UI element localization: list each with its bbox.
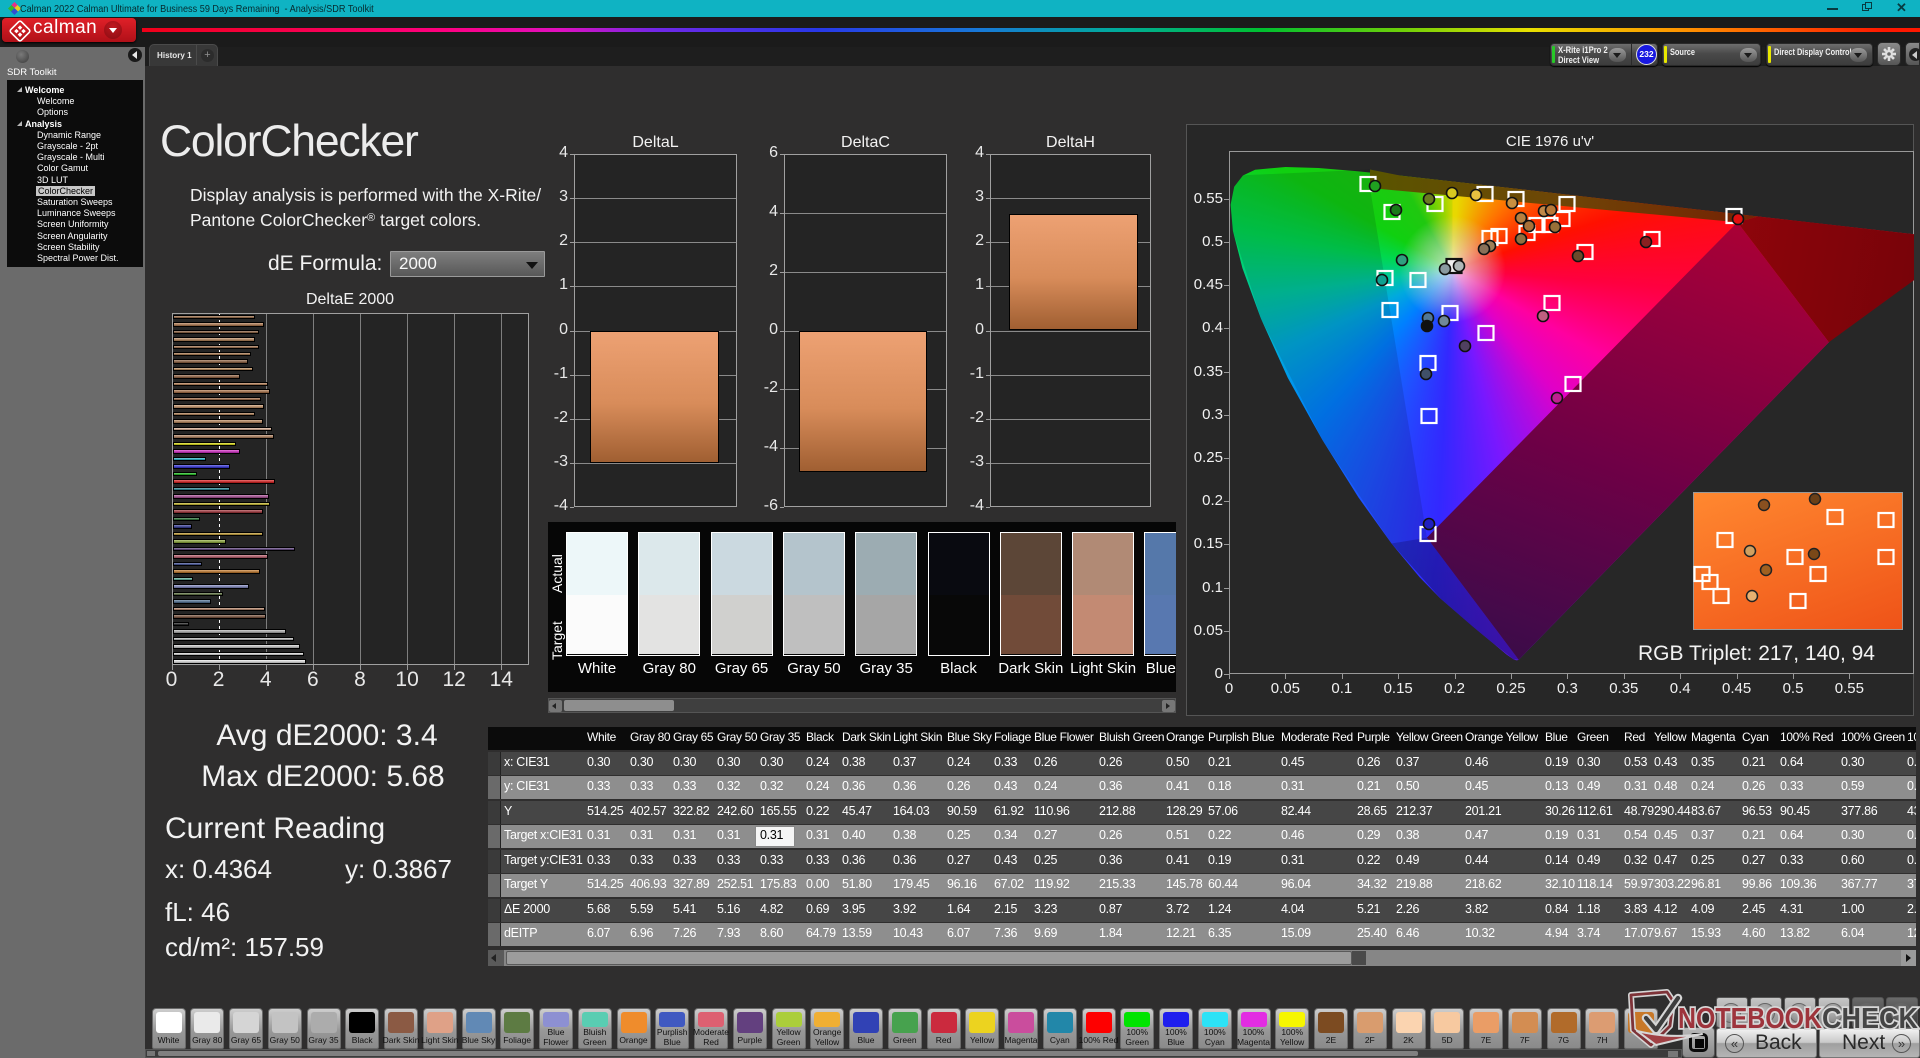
- svg-text:NOTEBOOK: NOTEBOOK: [1678, 1003, 1822, 1035]
- svg-text:CHECK: CHECK: [1822, 1003, 1918, 1035]
